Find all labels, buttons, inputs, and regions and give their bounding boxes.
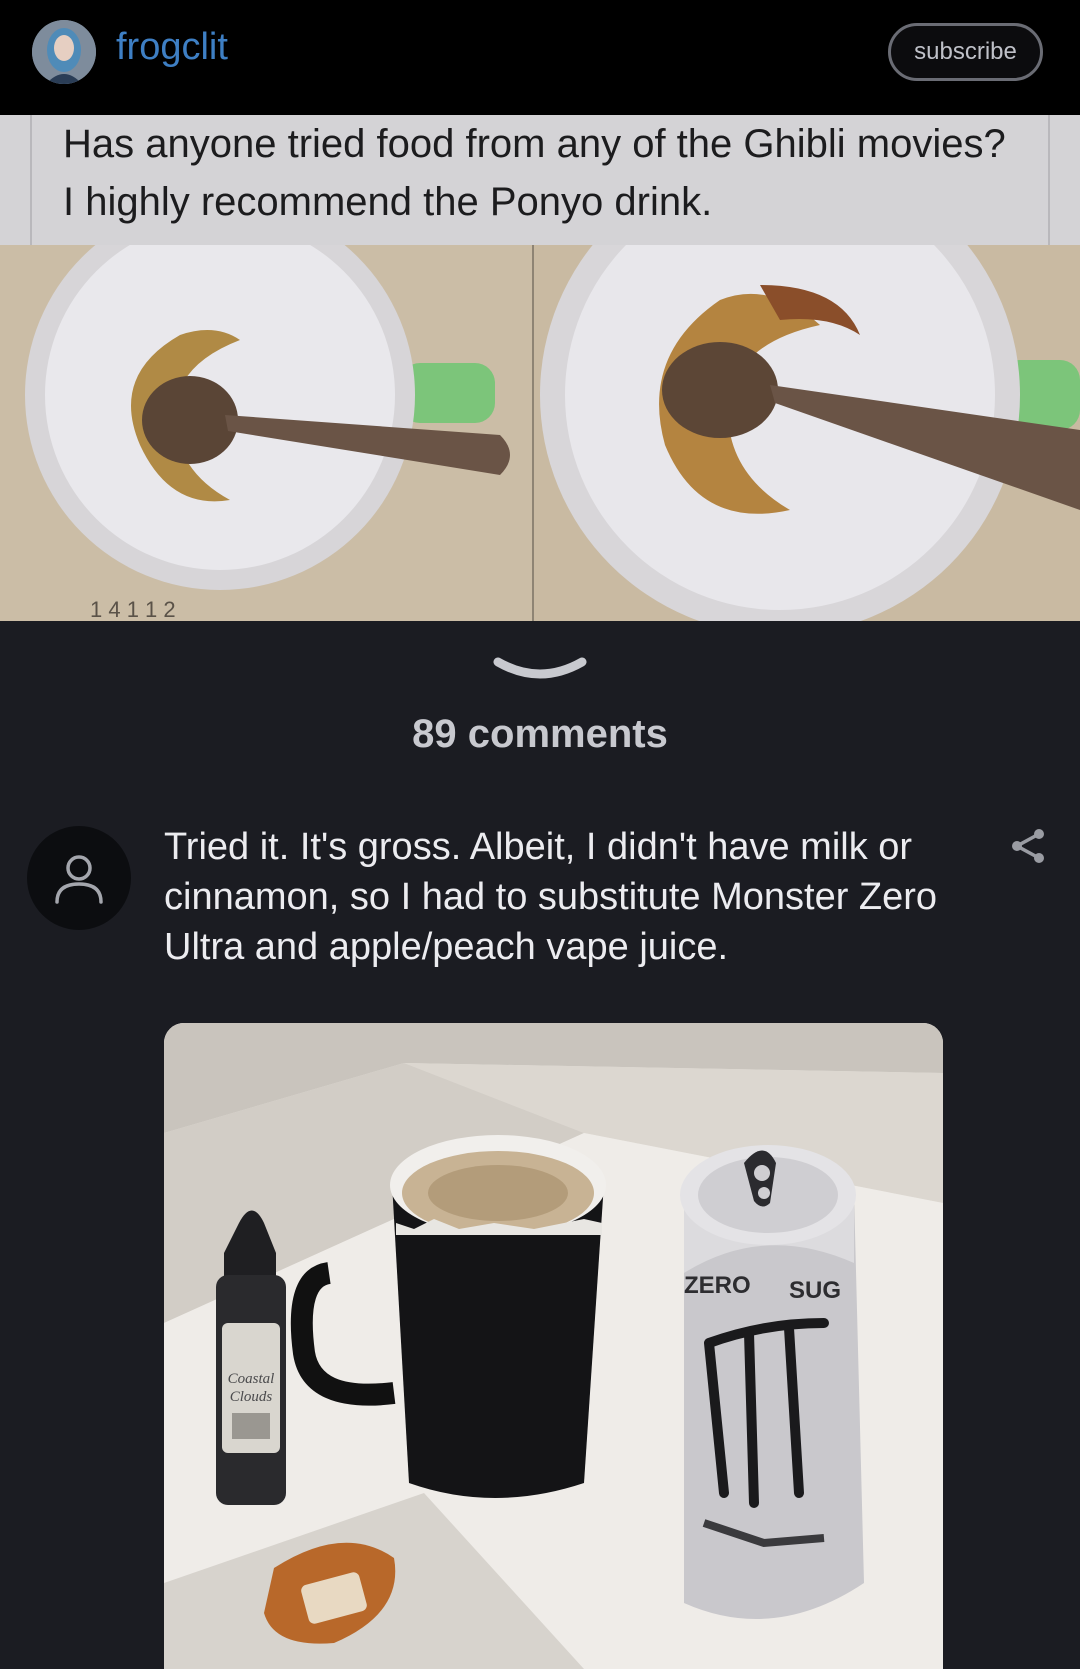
post-caption-panel: Has anyone tried food from any of the Gh… xyxy=(0,115,1080,245)
person-icon xyxy=(55,855,103,904)
top-bar: frogclit subscribe xyxy=(0,0,1080,115)
bottle-label: Coastal xyxy=(228,1371,275,1387)
comment-image[interactable]: Coastal Clouds ZERO SUG xyxy=(164,1023,943,1669)
post-caption: Has anyone tried food from any of the Gh… xyxy=(63,122,1006,224)
comment-text: Tried it. It's gross. Albeit, I didn't h… xyxy=(164,826,938,968)
commenter-avatar[interactable] xyxy=(27,826,131,930)
share-icon[interactable] xyxy=(1008,826,1048,866)
mugs-photo: 1 4 1 1 2 xyxy=(0,155,1080,635)
user-avatar[interactable] xyxy=(32,20,96,84)
can-text-sug: SUG xyxy=(789,1277,841,1304)
subscribe-button[interactable]: subscribe xyxy=(888,23,1043,81)
username-link[interactable]: frogclit xyxy=(116,26,228,69)
avatar-image xyxy=(32,20,96,84)
svg-text:Clouds: Clouds xyxy=(230,1389,273,1405)
cropped-text-remnant: 1 4 1 1 2 xyxy=(90,597,176,621)
post-image[interactable]: 1 4 1 1 2 xyxy=(0,155,1080,635)
can-text-zero: ZERO xyxy=(684,1272,751,1299)
comments-count: 89 comments xyxy=(412,712,668,756)
vape-mug-can-photo: Coastal Clouds ZERO SUG xyxy=(164,1023,943,1669)
chevron-down-icon[interactable] xyxy=(490,650,590,686)
